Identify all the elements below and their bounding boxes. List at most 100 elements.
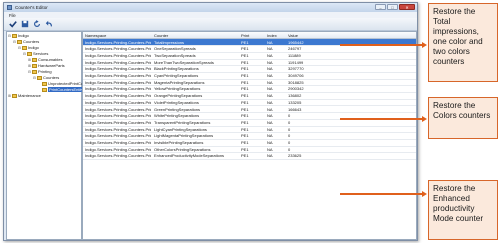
cell-counter: TwoSeparationSpreads — [154, 52, 196, 58]
tree-node-consumables[interactable]: ⊞ Consumables — [28, 57, 62, 62]
folder-icon — [26, 51, 32, 56]
cell-namespace: Indigo.Services.Printing.Counters.PrintC… — [85, 66, 151, 72]
cell-index: NA — [267, 39, 273, 45]
checkmark-icon[interactable] — [8, 19, 18, 29]
column-header-namespace[interactable]: Namespace — [85, 33, 151, 38]
cell-print-engine: PE1 — [241, 146, 249, 152]
cell-counter: OneSeparationSpreads — [154, 46, 196, 52]
cell-counter: LightCyanPrintingSeparations — [154, 126, 207, 132]
table-row[interactable]: Indigo.Services.Printing.Counters.PrintC… — [83, 152, 416, 161]
cell-counter: MagentaPrintingSeparations — [154, 79, 205, 85]
cell-print-engine: PE1 — [241, 66, 249, 72]
tree-node-printing[interactable]: ⊟ Printing — [28, 69, 52, 74]
cell-index: NA — [267, 46, 273, 52]
cell-value: 233625 — [288, 153, 302, 159]
cell-print-engine: PE1 — [241, 99, 249, 105]
menu-file[interactable]: File — [9, 13, 16, 18]
cell-counter: MoreThanTwoSeparationSpreads — [154, 59, 214, 65]
cell-namespace: Indigo.Services.Printing.Counters.PrintC… — [85, 146, 151, 152]
window-title: Counter's Editor — [15, 5, 48, 10]
tree-node-counters[interactable]: ⊟ Counters — [13, 39, 39, 44]
cell-value: 0 — [288, 146, 291, 152]
cell-namespace: Indigo.Services.Printing.Counters.PrintC… — [85, 93, 151, 99]
folder-icon — [36, 75, 42, 80]
cell-print-engine: PE1 — [241, 126, 249, 132]
tree-node-services[interactable]: ⊟ Services — [23, 51, 48, 56]
cell-index: NA — [267, 146, 273, 152]
maximize-button[interactable]: □ — [387, 4, 398, 10]
cell-value: 0 — [288, 119, 291, 125]
cell-namespace: Indigo.Services.Printing.Counters.PrintC… — [85, 86, 151, 92]
cell-counter: BlackPrintingSeparations — [154, 66, 199, 72]
cell-counter: LightMagentaPrintingSeparations — [154, 133, 214, 139]
cell-print-engine: PE1 — [241, 46, 249, 52]
folder-icon — [11, 33, 17, 38]
cell-value: 133205 — [288, 99, 302, 105]
cell-index: NA — [267, 73, 273, 79]
cell-counter: OtherColorsPrintingSeparations — [154, 146, 211, 152]
folder-icon — [31, 69, 37, 74]
cell-namespace: Indigo.Services.Printing.Counters.PrintC… — [85, 126, 151, 132]
cell-counter: EnhancedProductivityModeSeparations — [154, 153, 225, 159]
cell-print-engine: PE1 — [241, 93, 249, 99]
cell-value: 1191499 — [288, 59, 304, 65]
tree-node-counters-sub[interactable]: ⊟ Counters — [33, 75, 59, 80]
arrow-2 — [340, 118, 423, 120]
folder-icon — [31, 63, 37, 68]
cell-namespace: Indigo.Services.Printing.Counters.PrintC… — [85, 113, 151, 119]
callout-total-impressions: Restore the Total impressions, one color… — [428, 3, 498, 82]
refresh-icon[interactable] — [32, 19, 42, 29]
folder-icon — [11, 93, 17, 98]
cell-namespace: Indigo.Services.Printing.Counters.PrintC… — [85, 153, 151, 159]
column-header-index[interactable]: Index — [267, 33, 285, 38]
cell-index: NA — [267, 93, 273, 99]
cell-namespace: Indigo.Services.Printing.Counters.PrintC… — [85, 73, 151, 79]
cell-namespace: Indigo.Services.Printing.Counters.PrintC… — [85, 99, 151, 105]
cell-value: 0 — [288, 113, 291, 119]
counters-tree: ⊟ Indigo ⊟ Counters ⊟ Indigo ⊟ Services ⊞ Con… — [6, 31, 97, 240]
toolbar — [4, 18, 417, 31]
counters-editor-window: Counter's Editor – □ ✕ File ⊟ Indigo ⊟ Cou… — [3, 2, 418, 241]
callout-enhanced-productivity: Restore the Enhanced productivity Mode c… — [428, 180, 498, 240]
cell-index: NA — [267, 153, 273, 159]
undo-icon[interactable] — [44, 19, 54, 29]
tree-node-maintenance[interactable]: ⊞ Maintenance — [8, 93, 41, 98]
cell-print-engine: PE1 — [241, 133, 249, 139]
cell-print-engine: PE1 — [241, 86, 249, 92]
cell-index: NA — [267, 133, 273, 139]
callout-colors: Restore the Colors counters — [428, 97, 498, 139]
cell-namespace: Indigo.Services.Printing.Counters.PrintC… — [85, 133, 151, 139]
cell-value: 166643 — [288, 106, 302, 112]
cell-namespace: Indigo.Services.Printing.Counters.PrintC… — [85, 119, 151, 125]
cell-counter: InvisiblePrintingSeparations — [154, 140, 204, 146]
cell-value: 246797 — [288, 46, 302, 52]
close-button[interactable]: ✕ — [399, 4, 415, 10]
cell-index: NA — [267, 86, 273, 92]
tree-node-hardwareparts[interactable]: ⊞ HardwareParts — [28, 63, 65, 68]
tree-node-printcountersentity[interactable]: PrintCountersEntity — [38, 87, 85, 92]
cell-print-engine: PE1 — [241, 106, 249, 112]
cell-value: 1965442 — [288, 39, 304, 45]
cell-print-engine: PE1 — [241, 59, 249, 65]
arrow-3 — [340, 193, 423, 195]
arrow-1-head — [422, 41, 427, 48]
cell-value: 3018825 — [288, 79, 304, 85]
column-header-counter[interactable]: Counter — [154, 33, 232, 38]
minimize-button[interactable]: – — [375, 4, 386, 10]
cell-counter: WhitePrintingSeparations — [154, 113, 200, 119]
cell-print-engine: PE1 — [241, 39, 249, 45]
folder-icon — [41, 87, 47, 92]
folder-icon — [16, 39, 22, 44]
cell-counter: OrangePrintingSeparations — [154, 93, 203, 99]
cell-namespace: Indigo.Services.Printing.Counters.PrintC… — [85, 52, 151, 58]
cell-namespace: Indigo.Services.Printing.Counters.PrintC… — [85, 79, 151, 85]
cell-index: NA — [267, 52, 273, 58]
cell-value: 0 — [288, 140, 291, 146]
cell-index: NA — [267, 106, 273, 112]
cell-index: NA — [267, 126, 273, 132]
tree-node-indigo[interactable]: ⊟ Indigo — [8, 33, 29, 38]
save-icon[interactable] — [20, 19, 30, 29]
column-header-value[interactable]: Value — [288, 33, 312, 38]
tree-node-indigo-sub[interactable]: ⊟ Indigo — [18, 45, 39, 50]
arrow-3-head — [422, 190, 427, 197]
